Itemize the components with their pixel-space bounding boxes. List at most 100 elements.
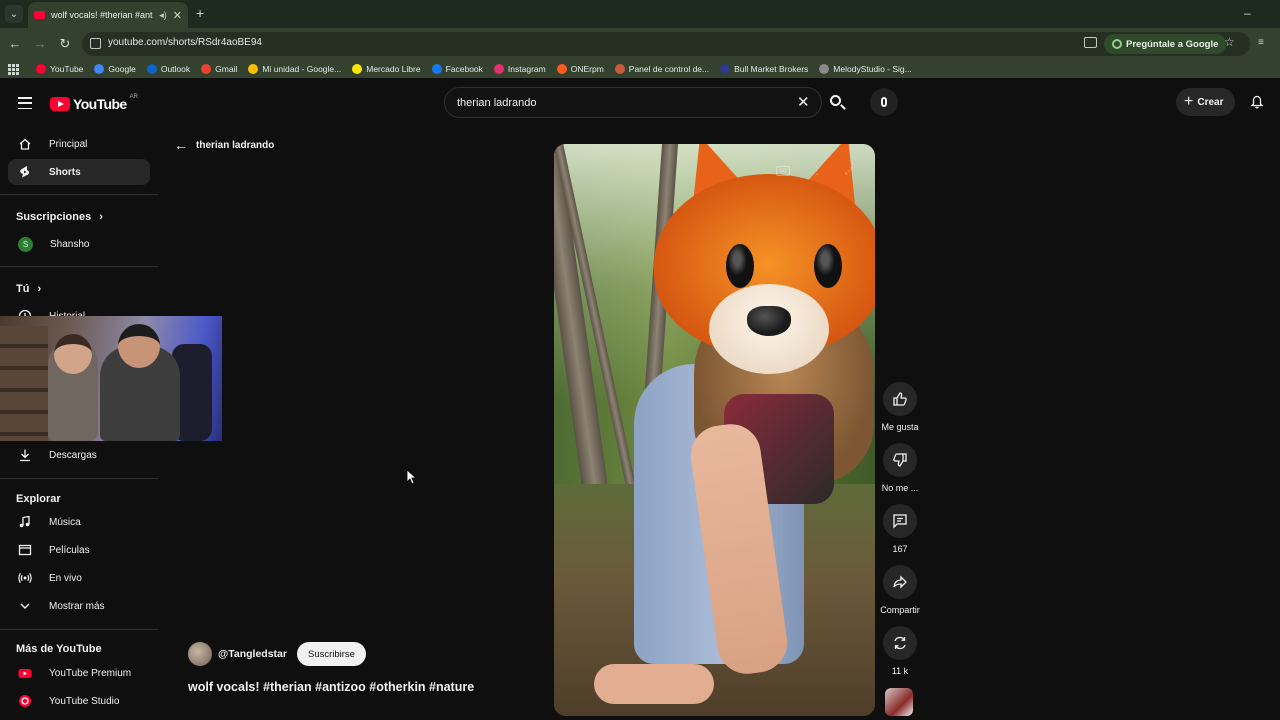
share-button[interactable] <box>883 565 917 599</box>
fullscreen-icon[interactable]: ⤢ <box>842 166 856 177</box>
youtube-logo[interactable]: YouTube AR <box>50 94 138 112</box>
sidebar-item-shorts[interactable]: Shorts <box>8 159 150 185</box>
tab-title: wolf vocals! #therian #antiz <box>51 10 154 20</box>
browser-tab-strip: ⌄ wolf vocals! #therian #antiz ◂) ✕ + – <box>0 0 1280 28</box>
more-options-icon[interactable]: ⋮ <box>810 166 824 177</box>
more-title: Más de YouTube <box>16 643 102 655</box>
short-title[interactable]: wolf vocals! #therian #antizoo #otherkin… <box>188 680 474 694</box>
mouse-cursor-icon <box>406 469 416 485</box>
sidebar-item-downloads[interactable]: Descargas <box>8 442 150 468</box>
sidebar-item-label: Shansho <box>50 238 90 250</box>
bookmark-item[interactable]: Mercado Libre <box>352 64 421 74</box>
like-label: Me gusta <box>881 422 919 432</box>
sound-thumbnail[interactable] <box>885 688 913 716</box>
chevron-down-icon <box>20 603 30 609</box>
browser-tab[interactable]: wolf vocals! #therian #antiz ◂) ✕ <box>28 2 188 28</box>
back-button[interactable]: ← <box>7 36 23 52</box>
voice-search-button[interactable] <box>870 88 898 116</box>
remix-action: 11 k <box>876 626 924 676</box>
close-tab-icon[interactable]: ✕ <box>173 9 182 22</box>
sidebar-item-principal[interactable]: Principal <box>8 131 150 157</box>
forward-button[interactable]: → <box>32 36 48 52</box>
sidebar-divider <box>0 194 158 195</box>
bookmark-label: Facebook <box>445 64 483 74</box>
install-app-icon[interactable] <box>1084 37 1097 48</box>
bookmark-item[interactable]: Mi unidad - Google... <box>248 64 341 74</box>
subscriptions-heading[interactable]: Suscripciones › <box>16 211 103 223</box>
bookmark-item[interactable]: Google <box>94 64 136 74</box>
apps-grid-icon[interactable] <box>8 64 20 75</box>
create-button[interactable]: + Crear <box>1176 88 1236 116</box>
bookmark-star-icon[interactable]: ☆ <box>1224 35 1235 49</box>
channel-avatar[interactable] <box>188 642 212 666</box>
sidebar-item-show-more[interactable]: Mostrar más <box>8 593 150 619</box>
chevron-right-icon: › <box>37 283 42 295</box>
sidebar-item-live[interactable]: En vivo <box>8 565 150 591</box>
create-label: Crear <box>1197 96 1224 108</box>
bookmark-label: Mi unidad - Google... <box>262 64 342 74</box>
dislike-button[interactable] <box>883 443 917 477</box>
ask-google-label: Pregúntale a Google <box>1126 38 1219 50</box>
short-video-player[interactable]: cc ⋮ ⤢ <box>554 144 875 716</box>
comments-button[interactable] <box>883 504 917 538</box>
channel-handle[interactable]: @Tangledstar <box>218 648 287 660</box>
music-icon <box>19 515 30 528</box>
sidebar-item-label: Shorts <box>49 166 81 178</box>
download-icon <box>20 449 30 462</box>
clear-search-icon[interactable]: ✕ <box>797 95 810 110</box>
sidebar-item-movies[interactable]: Películas <box>8 537 150 563</box>
sidebar-item-music[interactable]: Música <box>8 509 150 535</box>
bookmark-item[interactable]: Bull Market Brokers <box>720 64 808 74</box>
new-tab-button[interactable]: + <box>196 6 204 20</box>
search-input[interactable] <box>457 94 787 112</box>
minimize-icon[interactable]: – <box>1244 6 1251 20</box>
youtube-premium-icon <box>18 669 32 678</box>
you-title: Tú <box>16 283 30 295</box>
ask-google-button[interactable]: Pregúntale a Google <box>1104 34 1227 54</box>
url-text[interactable]: youtube.com/shorts/RSdr4aoBE94 <box>108 37 262 48</box>
bookmark-favicon-icon <box>431 64 442 74</box>
menu-icon[interactable] <box>18 97 32 109</box>
bookmark-favicon-icon <box>248 64 259 74</box>
site-info-icon[interactable] <box>90 38 101 49</box>
subscribe-button[interactable]: Suscribirse <box>296 642 366 666</box>
bookmark-item[interactable]: Instagram <box>493 64 546 74</box>
bookmark-item[interactable]: ONErpm <box>556 64 604 74</box>
sidebar-item-youtube-studio[interactable]: YouTube Studio <box>8 688 150 714</box>
bookmark-item[interactable]: Gmail <box>201 64 237 74</box>
captions-icon[interactable]: cc <box>776 166 790 176</box>
bookmark-item[interactable]: MelodyStudio - Sig... <box>819 64 912 74</box>
logo-text: YouTube <box>73 96 127 112</box>
dislike-label: No me ... <box>881 483 919 493</box>
sidebar-divider <box>0 478 158 479</box>
youtube-header: YouTube AR ✕ + Crear <box>0 84 1280 122</box>
speaker-icon[interactable]: ◂) <box>159 10 167 21</box>
sidebar-item-shansho[interactable]: S Shansho <box>8 231 150 257</box>
address-bar[interactable]: youtube.com/shorts/RSdr4aoBE94 Pregúntal… <box>82 32 1250 56</box>
notifications-bell-icon[interactable] <box>1250 95 1264 109</box>
sidebar-item-youtube-premium[interactable]: YouTube Premium <box>8 660 150 686</box>
like-button[interactable] <box>883 382 917 416</box>
bookmark-item[interactable]: YouTube <box>36 64 83 74</box>
sidebar-item-label: Películas <box>49 544 90 556</box>
movies-icon <box>18 544 32 556</box>
remix-count: 11 k <box>891 666 909 676</box>
bookmark-label: ONErpm <box>570 64 604 74</box>
bookmark-item[interactable]: Facebook <box>431 64 483 74</box>
reload-button[interactable]: ↻ <box>57 36 73 52</box>
search-button[interactable] <box>824 92 850 114</box>
bookmark-item[interactable]: Panel de control de... <box>614 64 710 74</box>
share-icon <box>893 575 907 589</box>
explore-heading: Explorar <box>16 493 61 505</box>
back-arrow-icon[interactable]: ← <box>174 138 188 152</box>
tab-search-button[interactable]: ⌄ <box>5 5 23 23</box>
like-action: Me gusta <box>876 382 924 432</box>
bookmark-label: Gmail <box>215 64 238 74</box>
you-heading[interactable]: Tú › <box>16 283 41 295</box>
bookmark-label: Panel de control de... <box>628 64 710 74</box>
side-panel-icon[interactable]: ≡ <box>1258 37 1264 48</box>
remix-button[interactable] <box>883 626 917 660</box>
bookmark-item[interactable]: Outlook <box>146 64 190 74</box>
home-icon <box>19 138 31 150</box>
search-back-row[interactable]: ← therian ladrando <box>174 138 274 152</box>
